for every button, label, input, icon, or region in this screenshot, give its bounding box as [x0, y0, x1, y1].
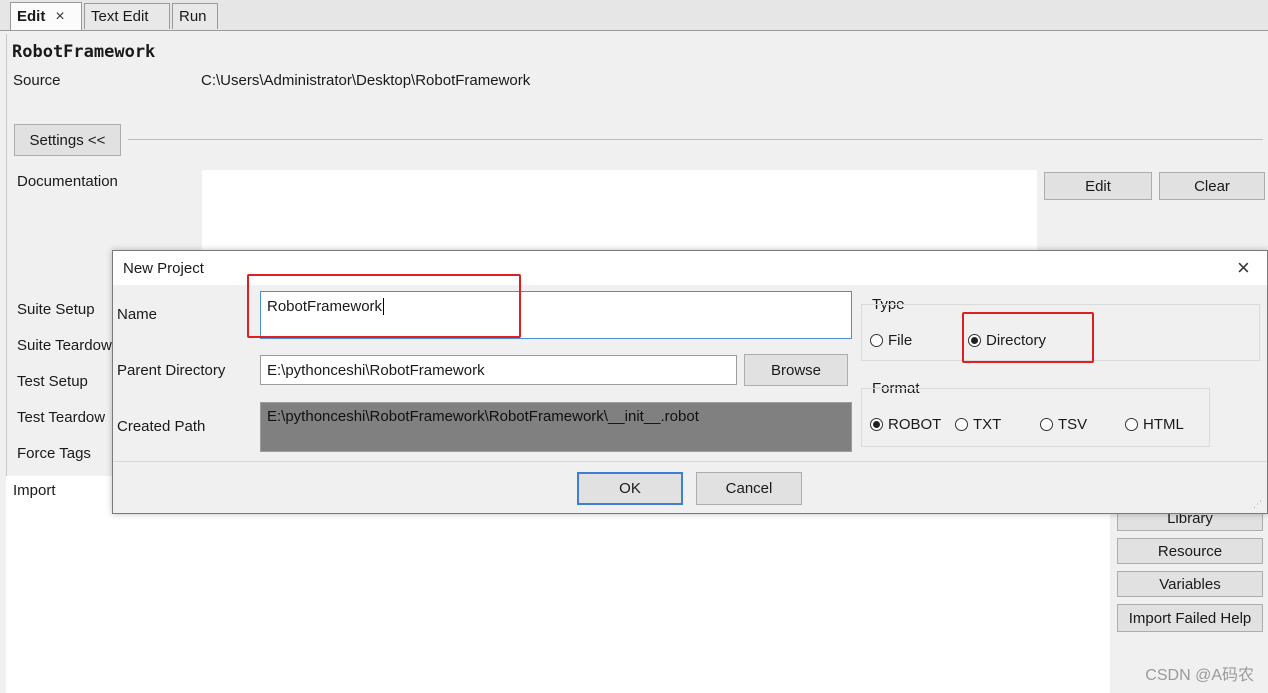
directory-highlight-box: [962, 312, 1094, 363]
tab-text-edit[interactable]: Text Edit: [84, 3, 170, 29]
radio-circle-selected: [870, 418, 883, 431]
settings-toggle-button[interactable]: Settings <<: [14, 124, 121, 156]
force-tags-label: Force Tags: [17, 445, 91, 462]
parent-directory-value: E:\pythonceshi\RobotFramework: [267, 361, 485, 379]
test-teardown-label: Test Teardow: [17, 409, 106, 426]
suite-title: RobotFramework: [12, 42, 156, 62]
suite-teardown-label: Suite Teardow: [17, 337, 112, 354]
tab-edit[interactable]: Edit ×: [10, 2, 82, 30]
format-html-label: HTML: [1143, 416, 1184, 433]
format-robot-radio[interactable]: ROBOT: [870, 416, 941, 433]
close-icon[interactable]: ×: [55, 8, 64, 26]
source-value: C:\Users\Administrator\Desktop\RobotFram…: [201, 72, 531, 89]
radio-circle: [1040, 418, 1053, 431]
new-project-dialog: New Project × Name RobotFramework Parent…: [112, 250, 1268, 514]
import-failed-help-button[interactable]: Import Failed Help: [1117, 604, 1263, 632]
radio-circle: [870, 334, 883, 347]
created-path-value: E:\pythonceshi\RobotFramework\RobotFrame…: [267, 408, 699, 425]
documentation-clear-button[interactable]: Clear: [1159, 172, 1265, 200]
format-tsv-label: TSV: [1058, 416, 1088, 433]
documentation-edit-button[interactable]: Edit: [1044, 172, 1152, 200]
name-highlight-box: [247, 274, 521, 338]
documentation-field[interactable]: [202, 170, 1037, 252]
resize-grip-icon[interactable]: ⋰: [1253, 499, 1263, 509]
watermark: CSDN @A码农: [1145, 667, 1254, 684]
parent-directory-input[interactable]: E:\pythonceshi\RobotFramework: [260, 355, 737, 385]
browse-button[interactable]: Browse: [744, 354, 848, 386]
import-label: Import: [13, 482, 56, 499]
radio-circle: [1125, 418, 1138, 431]
type-file-label: File: [888, 332, 913, 349]
tab-run[interactable]: Run: [172, 3, 218, 29]
resource-button[interactable]: Resource: [1117, 538, 1263, 564]
name-label: Name: [117, 306, 158, 323]
created-path-field: E:\pythonceshi\RobotFramework\RobotFrame…: [260, 402, 852, 452]
test-setup-label: Test Setup: [17, 373, 88, 390]
parent-directory-label: Parent Directory: [117, 362, 226, 379]
suite-setup-label: Suite Setup: [17, 301, 95, 318]
type-file-radio[interactable]: File: [870, 332, 912, 349]
cancel-button[interactable]: Cancel: [696, 472, 802, 505]
tab-text-edit-label: Text Edit: [91, 8, 149, 25]
format-html-radio[interactable]: HTML: [1125, 416, 1184, 433]
tab-run-label: Run: [179, 8, 207, 25]
format-robot-label: ROBOT: [888, 416, 942, 433]
dialog-footer-divider: [113, 461, 1267, 462]
variables-button[interactable]: Variables: [1117, 571, 1263, 597]
documentation-label: Documentation: [17, 173, 118, 190]
ok-button[interactable]: OK: [577, 472, 683, 505]
settings-divider: [128, 139, 1263, 140]
created-path-label: Created Path: [117, 418, 206, 435]
tab-edit-label: Edit: [17, 8, 46, 25]
radio-circle: [955, 418, 968, 431]
source-label: Source: [13, 72, 61, 89]
format-txt-radio[interactable]: TXT: [955, 416, 1001, 433]
dialog-title: New Project: [123, 260, 204, 277]
format-txt-label: TXT: [973, 416, 1002, 433]
format-tsv-radio[interactable]: TSV: [1040, 416, 1087, 433]
close-icon[interactable]: ×: [1237, 255, 1250, 281]
